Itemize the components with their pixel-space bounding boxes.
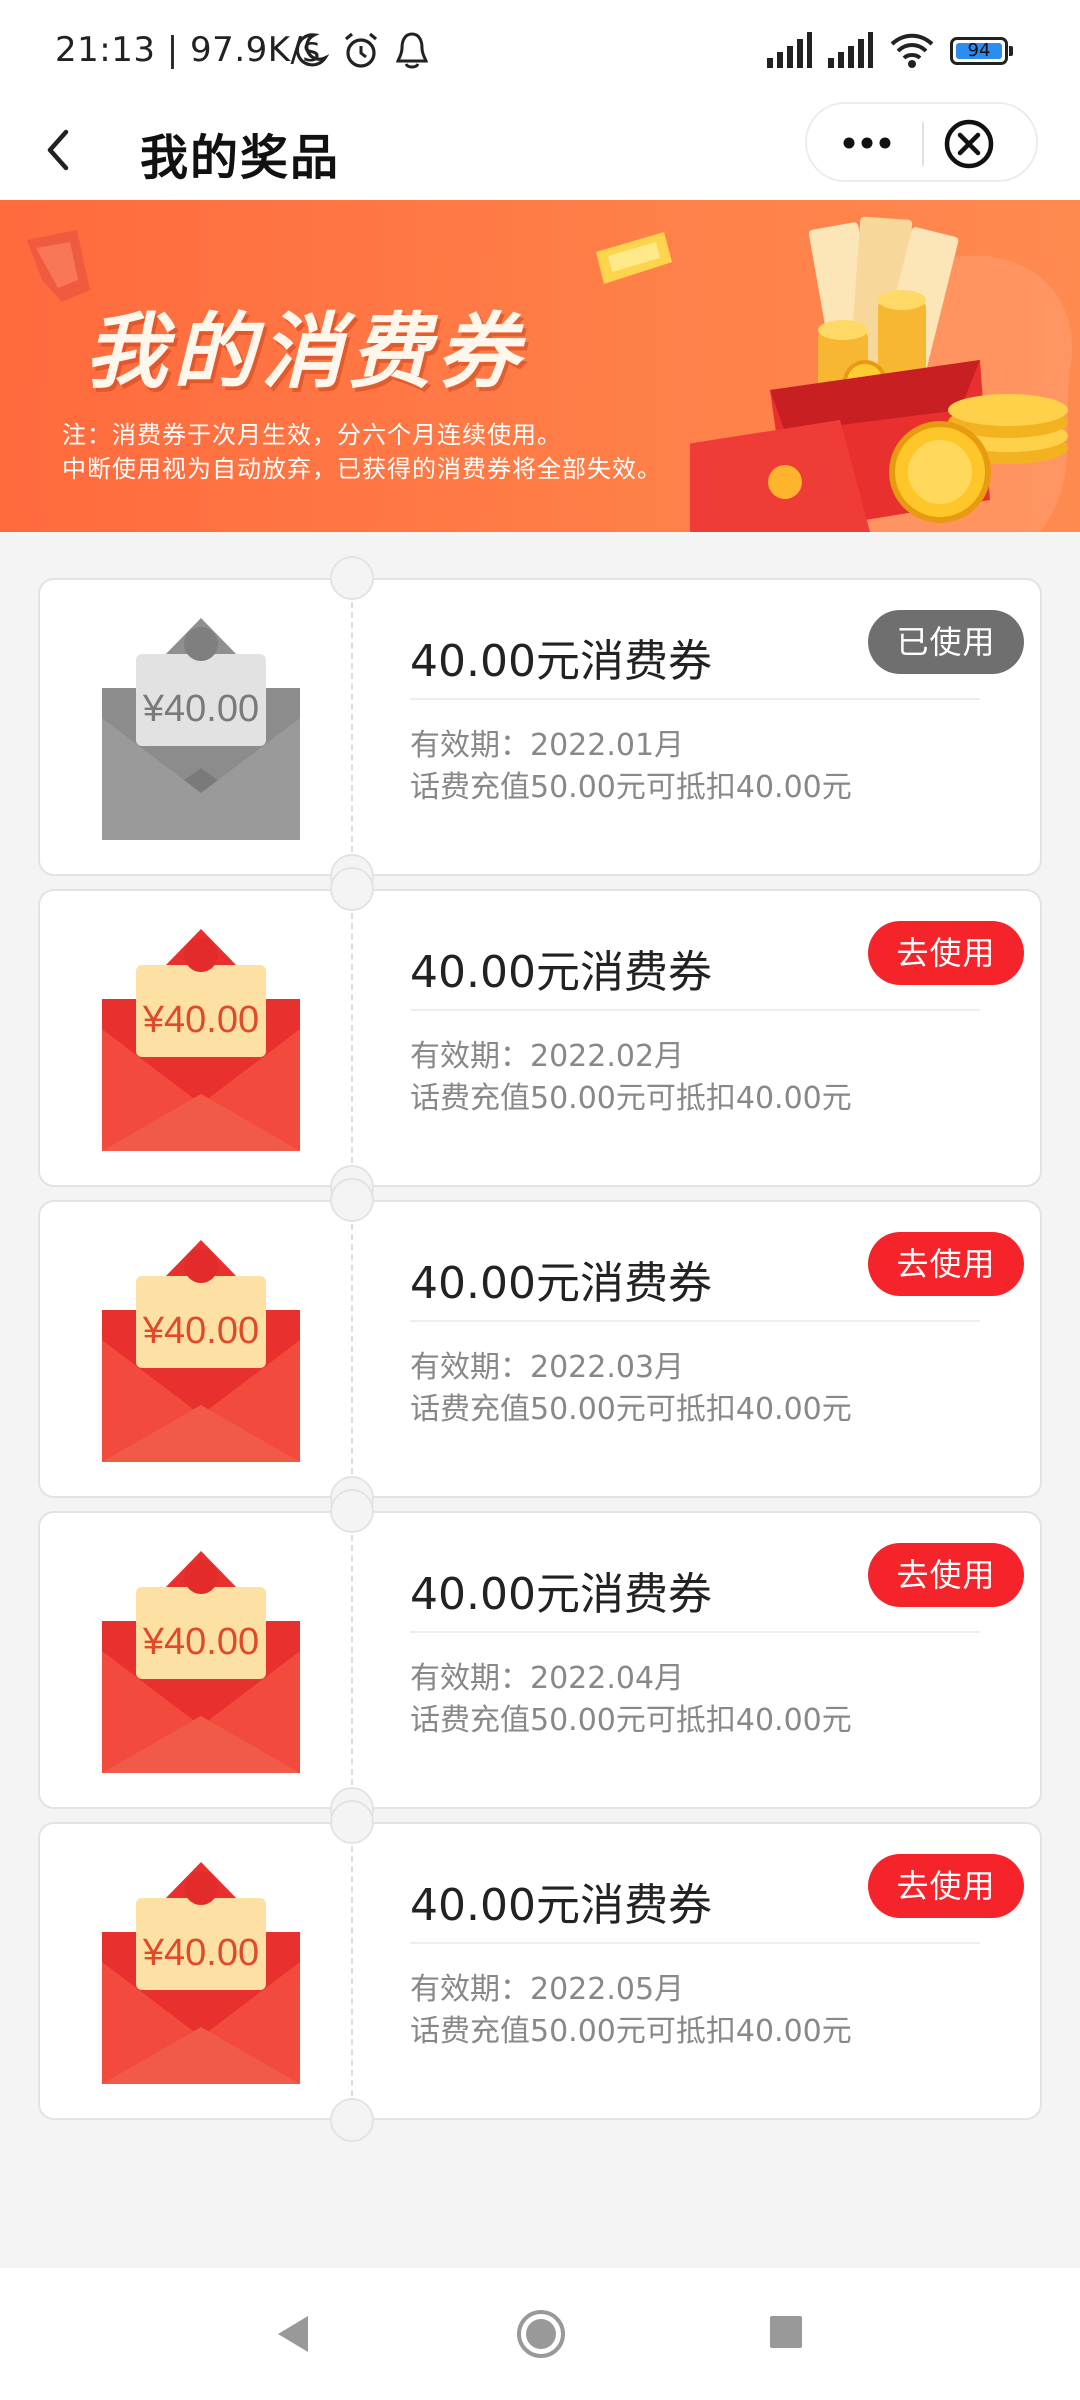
coupon-card: ¥40.00 40.00元消费券 有效期：2022.02月 话费充值50.00元… (38, 867, 1042, 1209)
coupon-amount: ¥40.00 (142, 1932, 259, 1974)
coupon-validity: 有效期：2022.04月 (410, 1661, 685, 1696)
status-bar: 21:13 | 97.9K/s 94 (0, 0, 1080, 100)
coupon-notch (330, 1178, 374, 1222)
red-envelope-icon: ¥40.00 (102, 618, 300, 840)
ticket-decoration-icon (27, 230, 90, 302)
nav-recent-icon[interactable] (768, 2314, 804, 2350)
coupon-divider (351, 602, 353, 852)
use-coupon-button[interactable]: 去使用 (868, 1543, 1024, 1607)
coupon-amount: ¥40.00 (142, 1621, 259, 1663)
alarm-icon (344, 32, 378, 68)
coupon-notch (330, 1489, 374, 1533)
coupon-notch (330, 1800, 374, 1844)
use-coupon-button[interactable]: 去使用 (868, 1854, 1024, 1918)
coupon-validity: 有效期：2022.02月 (410, 1039, 685, 1074)
signal-icon (767, 32, 812, 68)
use-coupon-button[interactable]: 去使用 (868, 1232, 1024, 1296)
coupon-amount: ¥40.00 (142, 688, 259, 730)
coupon-divider (351, 1224, 353, 1474)
coupon-separator (410, 1009, 980, 1011)
title-bar: 我的奖品 (0, 100, 1080, 200)
signal-icon (828, 32, 873, 68)
notification-icon (395, 32, 429, 69)
ticket-decoration-icon (596, 232, 672, 284)
coupon-separator (410, 1631, 980, 1633)
coupon-separator (410, 1942, 980, 1944)
coupon-separator (410, 698, 980, 700)
coupon-card: ¥40.00 40.00元消费券 有效期：2022.04月 话费充值50.00元… (38, 1489, 1042, 1831)
red-envelope-icon: ¥40.00 (102, 1551, 300, 1773)
coupon-description: 话费充值50.00元可抵扣40.00元 (410, 1392, 852, 1427)
coupon-card: ¥40.00 40.00元消费券 有效期：2022.01月 话费充值50.00元… (38, 556, 1042, 898)
coupon-name: 40.00元消费券 (410, 1569, 712, 1620)
system-nav-bar (0, 2268, 1080, 2400)
use-coupon-button[interactable]: 去使用 (868, 921, 1024, 985)
banner-note-line: 中断使用视为自动放弃，已获得的消费券将全部失效。 (62, 455, 662, 483)
coupon-description: 话费充值50.00元可抵扣40.00元 (410, 1081, 852, 1116)
coupon-divider (351, 913, 353, 1163)
red-envelope-icon: ¥40.00 (102, 1862, 300, 2084)
nav-home-icon[interactable] (515, 2308, 567, 2360)
battery-icon: 94 (950, 37, 1013, 65)
coupon-name: 40.00元消费券 (410, 636, 712, 687)
coupon-amount: ¥40.00 (142, 1310, 259, 1352)
more-dots-icon[interactable] (827, 118, 907, 168)
status-time-speed: 21:13 | 97.9K/s (55, 30, 321, 70)
gift-box-illustration (690, 216, 1073, 532)
used-status-button[interactable]: 已使用 (868, 610, 1024, 674)
coupon-validity: 有效期：2022.05月 (410, 1972, 685, 2007)
moon-icon (295, 33, 330, 67)
coupon-notch (330, 2098, 374, 2142)
banner-note: 注：消费券于次月生效，分六个月连续使用。 中断使用视为自动放弃，已获得的消费券将… (62, 418, 662, 486)
coupon-notch (330, 556, 374, 600)
coupon-separator (410, 1320, 980, 1322)
banner-note-line: 注：消费券于次月生效，分六个月连续使用。 (62, 421, 562, 449)
coupon-description: 话费充值50.00元可抵扣40.00元 (410, 770, 852, 805)
coupon-description: 话费充值50.00元可抵扣40.00元 (410, 2014, 852, 2049)
coupon-description: 话费充值50.00元可抵扣40.00元 (410, 1703, 852, 1738)
coupon-divider (351, 1535, 353, 1785)
coupon-validity: 有效期：2022.01月 (410, 728, 685, 763)
nav-back-icon[interactable] (272, 2312, 312, 2356)
capsule-divider (922, 122, 924, 166)
coupon-card: ¥40.00 40.00元消费券 有效期：2022.05月 话费充值50.00元… (38, 1800, 1042, 2142)
coupon-divider (351, 1846, 353, 2096)
coupon-name: 40.00元消费券 (410, 1880, 712, 1931)
battery-level: 94 (956, 42, 1002, 60)
red-envelope-icon: ¥40.00 (102, 929, 300, 1151)
banner-title: 我的消费券 (85, 305, 525, 400)
coupon-validity: 有效期：2022.03月 (410, 1350, 685, 1385)
chevron-left-icon[interactable] (30, 120, 90, 180)
coupon-notch (330, 867, 374, 911)
red-envelope-icon: ¥40.00 (102, 1240, 300, 1462)
coupon-banner: 我的消费券 注：消费券于次月生效，分六个月连续使用。 中断使用视为自动放弃，已获… (0, 200, 1080, 532)
coupon-amount: ¥40.00 (142, 999, 259, 1041)
close-circle-icon[interactable] (941, 116, 997, 172)
coupon-name: 40.00元消费券 (410, 1258, 712, 1309)
coupon-card: ¥40.00 40.00元消费券 有效期：2022.03月 话费充值50.00元… (38, 1178, 1042, 1520)
coupon-name: 40.00元消费券 (410, 947, 712, 998)
page-title: 我的奖品 (140, 130, 341, 186)
miniprogram-capsule (805, 102, 1038, 182)
wifi-icon (890, 33, 934, 68)
